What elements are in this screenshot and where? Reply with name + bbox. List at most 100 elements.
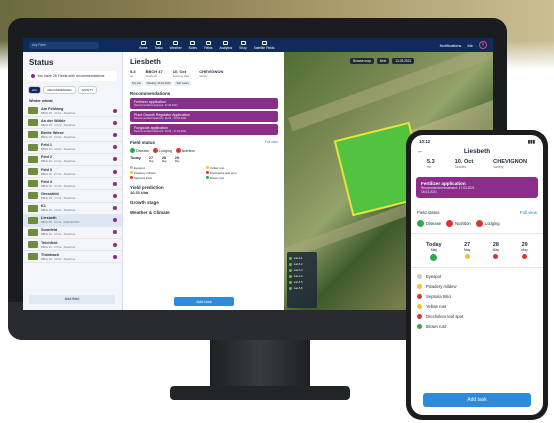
stat-bbch: BBCH 47 Seedwell xyxy=(145,69,163,78)
day: 29 May xyxy=(521,240,528,261)
nav-item[interactable]: Analytics xyxy=(220,40,232,50)
mobile-field-status: Field status xyxy=(417,210,440,215)
field-row[interactable]: Feld 1 BBCH 29 · 2.8 ha · Slowshow xyxy=(23,142,122,154)
tag: Dry soil xyxy=(130,81,143,86)
nav-icon xyxy=(205,40,211,45)
layer-item[interactable]: Lat A 3 xyxy=(289,268,315,272)
disease-item[interactable]: Eyespot xyxy=(417,271,537,281)
field-row[interactable]: Sonnfeld BBCH 29 · 3.5 ha · Slowshow xyxy=(23,227,122,240)
mobile-recommendation-card[interactable]: Fertilizer application Recommended treatm… xyxy=(416,177,538,198)
map-controls: Browse map Next 13.03.2021 xyxy=(350,58,415,64)
filter-chips: ALL RECOMMENDED SAFETY xyxy=(23,83,122,97)
nav-item[interactable]: Shop xyxy=(239,40,247,50)
add-task-button[interactable]: Add task xyxy=(174,297,234,306)
farm-search[interactable]: Any Farm xyxy=(29,41,99,49)
field-row[interactable]: An der Wühle BBCH 29 · 3.2 ha · Slowshow xyxy=(23,117,122,130)
notifications-link[interactable]: Notifications xyxy=(440,43,462,48)
recommendation-dot xyxy=(113,169,117,174)
recommendations-banner[interactable]: You have 26 Fields with recommendations xyxy=(28,71,117,81)
recommendation-card[interactable]: Fertilizer application Recommended treatm… xyxy=(130,98,278,109)
map-layers-panel: Lat A 1 Lat A 2 Lat A 3 Lat A 4 Lat A 5 Lat A… xyxy=(287,252,317,308)
layer-item[interactable]: Lat A 5 xyxy=(289,280,315,284)
nav-item[interactable]: Weather xyxy=(170,40,182,50)
field-row[interactable]: Liesbeth BBCH 29 · 5.3 ha · CHEVIGNON xyxy=(23,214,122,227)
nutrition-icon xyxy=(175,148,181,153)
recommendation-card[interactable]: Plant Growth Regulator Application Recomm… xyxy=(130,111,278,122)
nav-item[interactable]: Satellite Fields xyxy=(254,40,274,50)
sidebar-title: Status xyxy=(29,58,54,67)
field-row[interactable]: Feld 2 BBCH 29 · 3.1 ha · Slowshow xyxy=(23,154,122,166)
date-picker[interactable]: 13.03.2021 xyxy=(392,58,415,64)
field-row[interactable]: Thönbach BBCH 29 · 3.8 ha · Slowshow xyxy=(23,251,122,264)
disease-item[interactable]: Yellow rust xyxy=(417,301,537,311)
field-thumbnail xyxy=(28,180,38,188)
mobile-full-view-link[interactable]: Full view xyxy=(520,210,537,215)
mobile-add-task-button[interactable]: Add task xyxy=(423,393,531,407)
field-row[interactable]: Am Feldweg BBCH 29 · 4.6 ha · Slowshow xyxy=(23,105,122,118)
nav-icon xyxy=(156,40,162,45)
browse-map-button[interactable]: Browse map xyxy=(350,58,374,64)
nav-item[interactable]: Fields xyxy=(204,40,213,50)
close-icon[interactable]: ✕ xyxy=(479,41,487,49)
nav-item[interactable]: Tasks xyxy=(155,40,163,50)
field-thumbnail xyxy=(28,107,38,115)
pill-disease[interactable]: Disease xyxy=(417,220,441,227)
nav-icon xyxy=(190,40,196,45)
recommendation-card[interactable]: Fungicide application Recommended treatme… xyxy=(130,124,278,135)
field-thumbnail xyxy=(28,216,38,224)
back-arrow-icon[interactable]: ← xyxy=(417,148,424,155)
add-field-button[interactable]: Add field xyxy=(29,295,115,304)
layer-item[interactable]: Lat A 2 xyxy=(289,262,315,266)
status-bar: 10:12 ▮▮▮ xyxy=(419,139,535,144)
nav-icon xyxy=(223,40,229,45)
disease-item[interactable]: Septoria tritici xyxy=(417,291,537,301)
mobile-screen: 10:12 ▮▮▮ ← Liesbeth 5.3 ha 10. Oct Seeded … xyxy=(411,135,543,415)
legend-item: Powdery mildew xyxy=(130,171,202,175)
nav-icon xyxy=(173,40,179,45)
field-thumbnail xyxy=(28,143,38,151)
field-row[interactable]: Teichfeld BBCH 29 · 2.9 ha · Slowshow xyxy=(23,239,122,252)
status-pills: Disease Lodging Nutrition xyxy=(130,148,278,153)
disease-legend: Eyespot Yellow rust Powdery mildew Drech… xyxy=(130,166,278,180)
nav-item[interactable]: Home xyxy=(139,40,148,50)
field-list: Am Feldweg BBCH 29 · 4.6 ha · Slowshow An … xyxy=(23,105,122,264)
legend-item: Eyespot xyxy=(130,166,202,170)
recommendation-dot xyxy=(113,218,117,223)
field-thumbnail xyxy=(28,168,38,176)
legend-item: Yellow rust xyxy=(206,166,278,170)
pill-disease[interactable]: Disease xyxy=(130,148,149,153)
disease-item[interactable]: Drechslera leaf spot xyxy=(417,311,537,321)
field-row[interactable]: Feld 4 BBCH 29 · 4.1 ha · Slowshow xyxy=(23,178,122,191)
chip-safety[interactable]: SAFETY xyxy=(77,86,98,94)
field-title: Liesbeth xyxy=(130,57,161,66)
layer-item[interactable]: Lat A 6 xyxy=(289,286,315,290)
chip-recommended[interactable]: RECOMMENDED xyxy=(43,86,76,94)
day: 29 May xyxy=(174,156,180,163)
field-detail-panel: Liesbeth 5.3 ha BBCH 47 Seedwell 10. Oct Se… xyxy=(124,52,284,310)
mobile-forecast: Today May 27 May 28 May 29 May xyxy=(411,233,543,267)
layer-item[interactable]: Lat A 1 xyxy=(289,256,315,260)
field-row[interactable]: Feld 3 BBCH 29 · 2.2 ha · Slowshow xyxy=(23,166,122,179)
pill-lodging[interactable]: Lodging xyxy=(152,148,172,153)
pill-nutrition[interactable]: Nutrition xyxy=(175,148,195,153)
day: 27 May xyxy=(148,156,154,163)
nav-icon xyxy=(240,40,246,45)
field-thumbnail xyxy=(28,155,38,163)
pill-nutrition[interactable]: Nutrition xyxy=(446,220,471,227)
next-button[interactable]: Next xyxy=(376,58,390,64)
disease-item[interactable]: Powdery mildew xyxy=(417,281,537,291)
chip-all[interactable]: ALL xyxy=(28,86,42,94)
monitor-base xyxy=(170,386,350,400)
field-tags: Dry soil Planting: 30.10.2020 Soil: Loam xyxy=(130,81,278,86)
stat: CHEVIGNON Variety xyxy=(493,159,528,169)
disease-item[interactable]: Brown rust xyxy=(417,321,537,331)
full-view-link[interactable]: Full view xyxy=(265,140,278,145)
pill-lodging[interactable]: Lodging xyxy=(475,220,500,227)
profile-link[interactable]: Me xyxy=(467,43,473,48)
field-row[interactable]: Grossfeld BBCH 29 · 7.4 ha · Slowshow xyxy=(23,190,122,203)
tag: Planting: 30.10.2020 xyxy=(144,81,173,86)
field-row[interactable]: Breite Wiese BBCH 29 · 5.0 ha · Slowshow xyxy=(23,129,122,142)
nav-item[interactable]: Notes xyxy=(189,40,197,50)
layer-item[interactable]: Lat A 4 xyxy=(289,274,315,278)
field-row[interactable]: K1 BBCH 29 · 2.0 ha · Slowshow xyxy=(23,203,122,215)
